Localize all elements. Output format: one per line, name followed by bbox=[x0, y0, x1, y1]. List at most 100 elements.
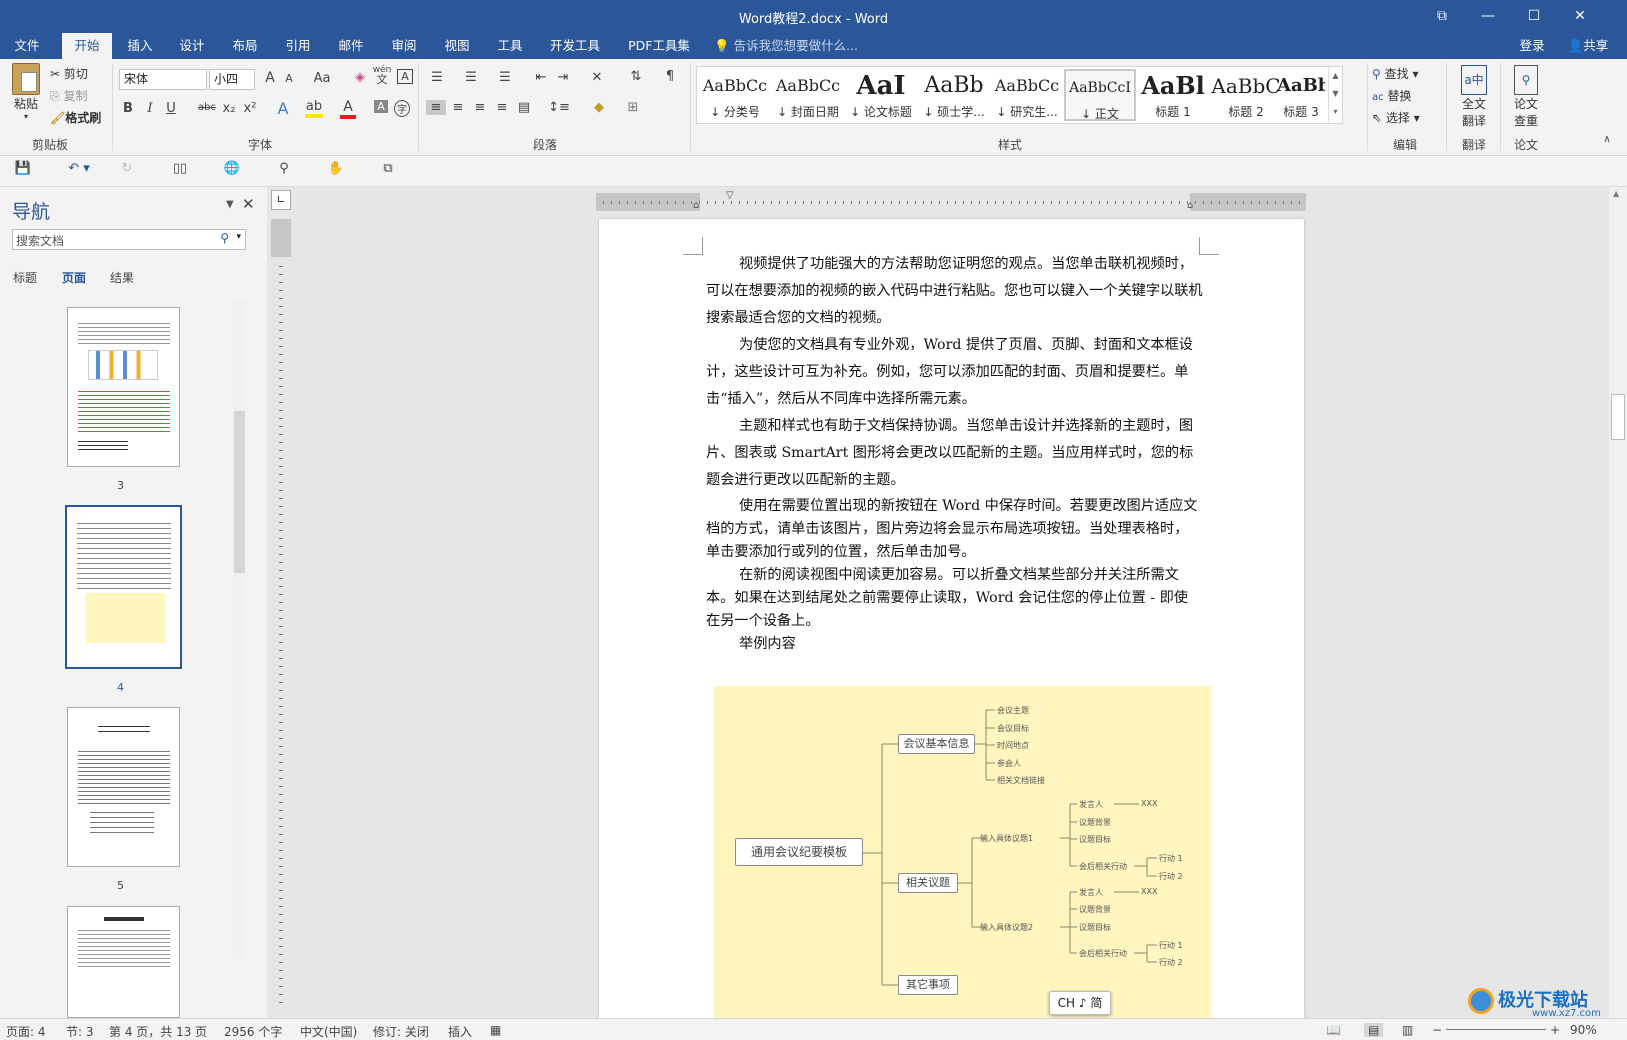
redo-icon[interactable]: ↻ bbox=[118, 161, 136, 176]
tab-selector[interactable]: ∟ bbox=[271, 190, 291, 210]
style-item[interactable]: AaBbCc ↓ 研究生... bbox=[991, 69, 1063, 121]
status-page[interactable]: 页面: 4 bbox=[6, 1023, 46, 1040]
document-scrollbar[interactable]: ▲ bbox=[1609, 187, 1627, 1018]
styles-scroll[interactable]: ▲ ▼ ▾ bbox=[1328, 67, 1342, 123]
tab-insert[interactable]: 插入 bbox=[116, 33, 164, 59]
replace-button[interactable]: ac 替换 bbox=[1372, 87, 1411, 104]
nav-scrollbar[interactable] bbox=[233, 299, 246, 959]
status-word-count[interactable]: 2956 个字 bbox=[224, 1023, 282, 1040]
nav-close-icon[interactable]: ✕ bbox=[242, 195, 255, 213]
undo-icon[interactable]: ↶ ▾ bbox=[64, 161, 94, 176]
underline-button[interactable]: U bbox=[164, 101, 178, 116]
ime-indicator[interactable]: CH ♪ 简 bbox=[1049, 991, 1111, 1015]
find-button[interactable]: ⚲ 查找 ▾ bbox=[1372, 65, 1418, 82]
cut-button[interactable]: ✂ 剪切 bbox=[50, 65, 88, 82]
web-layout-icon[interactable]: ▥ bbox=[1402, 1023, 1413, 1037]
distributed-icon[interactable]: ▤ bbox=[514, 100, 534, 115]
print-preview-icon[interactable]: ⚲ bbox=[274, 161, 294, 176]
style-item[interactable]: AaBbCc ↓ 封面日期 bbox=[772, 69, 844, 121]
nav-tab-results[interactable]: 结果 bbox=[110, 269, 134, 286]
font-name-box[interactable]: 宋体 bbox=[119, 69, 207, 90]
paste-button[interactable]: 粘贴 ▾ bbox=[8, 63, 44, 121]
scroll-thumb[interactable] bbox=[1611, 394, 1625, 440]
text-effects-button[interactable]: A bbox=[275, 99, 291, 118]
zoom-in-icon[interactable]: + bbox=[1550, 1023, 1560, 1037]
page-thumbnail[interactable] bbox=[67, 707, 180, 867]
numbering-icon[interactable]: ☰ bbox=[460, 70, 482, 85]
macro-record-icon[interactable]: ▦ bbox=[490, 1023, 501, 1037]
highlight-button[interactable]: ab bbox=[305, 99, 323, 118]
increase-indent-icon[interactable]: ⇥ bbox=[554, 70, 572, 85]
first-line-indent-marker[interactable]: ▽ bbox=[726, 190, 734, 201]
nav-options-icon[interactable]: ▼ bbox=[226, 199, 234, 210]
enclose-char-button[interactable]: 字 bbox=[394, 100, 410, 117]
nav-search-box[interactable]: 搜索文档 ⚲ ▾ bbox=[12, 229, 246, 250]
strikethrough-button[interactable]: abc bbox=[196, 102, 218, 113]
chinese-layout-icon[interactable]: ✕ bbox=[585, 70, 609, 85]
multilevel-list-icon[interactable]: ☰ bbox=[494, 70, 516, 85]
touch-mode-icon[interactable]: ✋ bbox=[326, 161, 346, 176]
mindmap-image[interactable]: 通用会议纪要模板 会议基本信息 相关议题 其它事项 会议主题 会议目标 时间地点… bbox=[714, 686, 1211, 1018]
tab-home[interactable]: 开始 bbox=[62, 33, 112, 59]
right-indent-marker[interactable]: ⌂ bbox=[1187, 200, 1193, 211]
page-thumbnail-selected[interactable] bbox=[65, 505, 182, 669]
sign-in-link[interactable]: 登录 bbox=[1513, 33, 1551, 59]
zoom-slider[interactable] bbox=[1446, 1029, 1546, 1030]
close-button[interactable]: ✕ bbox=[1557, 0, 1603, 33]
char-border-button[interactable]: A bbox=[397, 69, 413, 84]
clear-format-icon[interactable]: ◈ bbox=[352, 70, 368, 85]
tab-design[interactable]: 设计 bbox=[168, 33, 216, 59]
style-item[interactable]: AaBbCc ↓ 分类号 bbox=[699, 69, 771, 121]
scroll-up-icon[interactable]: ▲ bbox=[1613, 189, 1619, 198]
nav-tab-headings[interactable]: 标题 bbox=[13, 269, 37, 286]
web-icon[interactable]: 🌐 bbox=[222, 161, 242, 176]
shading-icon[interactable]: ◆ bbox=[587, 100, 611, 115]
align-center-icon[interactable]: ≡ bbox=[448, 100, 468, 115]
vertical-ruler[interactable] bbox=[271, 219, 291, 1018]
borders-icon[interactable]: ⊞ bbox=[621, 100, 645, 115]
collapse-ribbon-icon[interactable]: ∧ bbox=[1600, 134, 1614, 145]
bullets-icon[interactable]: ☰ bbox=[426, 70, 448, 85]
tab-view[interactable]: 视图 bbox=[433, 33, 481, 59]
format-painter-button[interactable]: 🖌格式刷 bbox=[50, 109, 101, 126]
maximize-button[interactable]: ☐ bbox=[1511, 0, 1557, 33]
tab-layout[interactable]: 布局 bbox=[221, 33, 269, 59]
read-mode-icon[interactable]: 📖 bbox=[1326, 1023, 1341, 1037]
phonetic-guide-button[interactable]: wén 文 bbox=[372, 65, 392, 85]
tab-developer[interactable]: 开发工具 bbox=[542, 33, 608, 59]
read-mode-icon[interactable]: ▯▯ bbox=[170, 161, 190, 176]
save-icon[interactable]: 💾 bbox=[14, 161, 32, 176]
superscript-button[interactable]: x² bbox=[242, 101, 258, 116]
subscript-button[interactable]: x₂ bbox=[221, 101, 237, 116]
bold-button[interactable]: B bbox=[121, 101, 135, 116]
share-button[interactable]: 👤共享 bbox=[1556, 33, 1620, 59]
font-color-button[interactable]: A bbox=[340, 99, 356, 119]
status-page-count[interactable]: 第 4 页，共 13 页 bbox=[109, 1023, 207, 1040]
tab-review[interactable]: 审阅 bbox=[380, 33, 428, 59]
line-spacing-icon[interactable]: ↕≡ bbox=[547, 100, 571, 115]
align-right-icon[interactable]: ≡ bbox=[470, 100, 490, 115]
status-section[interactable]: 节: 3 bbox=[66, 1023, 94, 1040]
document-page[interactable]: 视频提供了功能强大的方法帮助您证明您的观点。当您单击联机视频时， 可以在想要添加… bbox=[599, 219, 1304, 1018]
customize-icon[interactable]: ⧉ bbox=[378, 161, 398, 176]
tell-me-box[interactable]: 💡 告诉我您想要做什么... bbox=[714, 33, 864, 59]
decrease-indent-icon[interactable]: ⇤ bbox=[532, 70, 550, 85]
style-item[interactable]: AaBbC 标题 2 bbox=[1210, 69, 1282, 121]
sort-icon[interactable]: ⇅ bbox=[627, 69, 645, 84]
justify-icon[interactable]: ≡ bbox=[492, 100, 512, 115]
status-insert-mode[interactable]: 插入 bbox=[448, 1023, 472, 1040]
select-button[interactable]: ⇖ 选择 ▾ bbox=[1372, 109, 1420, 126]
tab-references[interactable]: 引用 bbox=[274, 33, 322, 59]
nav-tab-pages[interactable]: 页面 bbox=[62, 269, 86, 286]
minimize-button[interactable]: — bbox=[1465, 0, 1511, 33]
paper-check-button[interactable]: ⚲ 论文 查重 bbox=[1506, 65, 1546, 129]
tab-file[interactable]: 文件 bbox=[0, 33, 54, 59]
italic-button[interactable]: I bbox=[143, 101, 157, 116]
horizontal-ruler[interactable]: ▽ ⌂ ⌂ bbox=[596, 190, 1306, 211]
grow-font-button[interactable]: A bbox=[262, 70, 278, 86]
style-item-selected[interactable]: AaBbCcI ↓ 正文 bbox=[1064, 69, 1136, 121]
copy-button[interactable]: ⎘ 复制 bbox=[50, 87, 87, 104]
status-language[interactable]: 中文(中国) bbox=[300, 1023, 357, 1040]
tab-pdf-tools[interactable]: PDF工具集 bbox=[622, 33, 696, 59]
style-item[interactable]: AaI ↓ 论文标题 bbox=[845, 69, 917, 121]
